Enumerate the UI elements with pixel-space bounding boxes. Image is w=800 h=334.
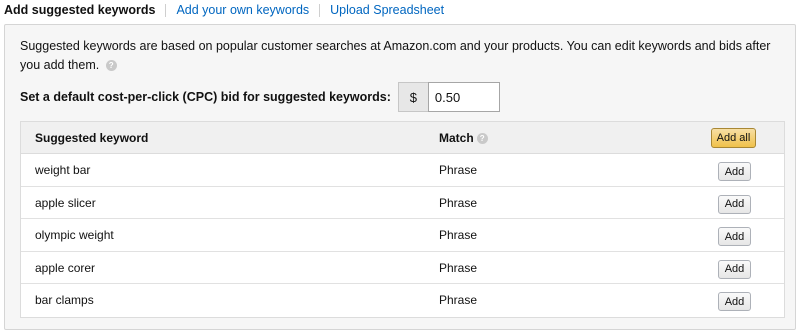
tab-add-suggested-keywords[interactable]: Add suggested keywords	[0, 3, 165, 17]
tab-upload-spreadsheet[interactable]: Upload Spreadsheet	[320, 3, 454, 17]
table-row: apple slicer Phrase Add	[21, 186, 784, 219]
default-bid-label: Set a default cost-per-click (CPC) bid f…	[20, 90, 391, 104]
add-keyword-button[interactable]: Add	[718, 194, 751, 214]
add-keyword-button[interactable]: Add	[718, 259, 751, 279]
match-cell: Phrase	[439, 228, 478, 242]
match-cell: Phrase	[439, 163, 478, 177]
default-bid-row: Set a default cost-per-click (CPC) bid f…	[20, 82, 500, 112]
default-bid-input[interactable]	[427, 82, 500, 112]
keyword-cell: weight bar	[35, 163, 91, 177]
keyword-tabs: Add suggested keywords Add your own keyw…	[0, 0, 800, 20]
currency-symbol: $	[397, 82, 428, 112]
question-circle-icon[interactable]: ?	[476, 133, 488, 145]
column-header-match-label: Match	[439, 131, 474, 145]
question-circle-icon[interactable]: ?	[105, 60, 117, 72]
intro-text: Suggested keywords are based on popular …	[20, 39, 771, 72]
add-all-button[interactable]: Add all	[711, 128, 756, 148]
keyword-cell: olympic weight	[35, 228, 114, 242]
keyword-cell: apple corer	[35, 260, 96, 275]
add-keyword-button[interactable]: Add	[718, 162, 751, 181]
suggested-keywords-panel: Suggested keywords are based on popular …	[4, 24, 796, 330]
table-row: apple corer Phrase Add	[21, 251, 784, 284]
suggested-keywords-table: Suggested keyword Match? Add all weight …	[20, 121, 785, 318]
add-keyword-button[interactable]: Add	[718, 292, 751, 311]
table-row: weight bar Phrase Add	[21, 154, 784, 187]
match-cell: Phrase	[439, 195, 478, 210]
add-keyword-button[interactable]: Add	[718, 227, 751, 246]
intro-text-block: Suggested keywords are based on popular …	[20, 37, 785, 75]
keyword-cell: apple slicer	[35, 195, 96, 210]
table-row: bar clamps Phrase Add	[21, 284, 784, 317]
match-cell: Phrase	[439, 293, 478, 307]
keyword-cell: bar clamps	[35, 293, 94, 307]
table-header: Suggested keyword Match? Add all	[21, 122, 784, 154]
column-header-keyword: Suggested keyword	[35, 131, 149, 145]
match-cell: Phrase	[439, 260, 478, 275]
table-row: olympic weight Phrase Add	[21, 219, 784, 252]
column-header-match: Match?	[439, 131, 488, 145]
tab-add-your-own-keywords[interactable]: Add your own keywords	[166, 3, 319, 17]
